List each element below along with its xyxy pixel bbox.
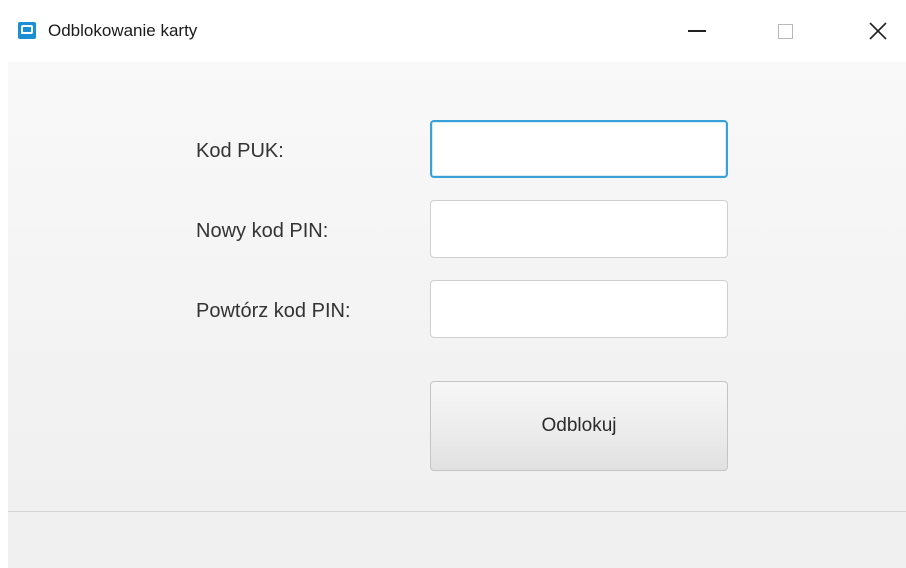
app-icon	[18, 22, 36, 39]
puk-input[interactable]	[430, 120, 728, 178]
maximize-icon	[777, 23, 793, 39]
new-pin-input[interactable]	[430, 200, 728, 258]
repeat-pin-input[interactable]	[430, 280, 728, 338]
title-bar[interactable]: Odblokowanie karty	[0, 0, 906, 62]
window-title: Odblokowanie karty	[48, 21, 198, 40]
close-button[interactable]	[855, 12, 901, 50]
unlock-card-window: Odblokowanie karty Kod PUK: Nowy kod PIN…	[0, 0, 906, 568]
puk-label: Kod PUK:	[196, 140, 284, 162]
form-panel: Kod PUK: Nowy kod PIN: Powtórz kod PIN: …	[8, 62, 906, 512]
minimize-icon	[688, 30, 706, 32]
maximize-button[interactable]	[762, 12, 808, 50]
unlock-button[interactable]: Odblokuj	[430, 381, 728, 471]
minimize-button[interactable]	[674, 12, 720, 50]
close-icon	[869, 22, 887, 40]
footer-area	[8, 512, 906, 568]
new-pin-label: Nowy kod PIN:	[196, 220, 329, 242]
repeat-pin-label: Powtórz kod PIN:	[196, 300, 351, 322]
